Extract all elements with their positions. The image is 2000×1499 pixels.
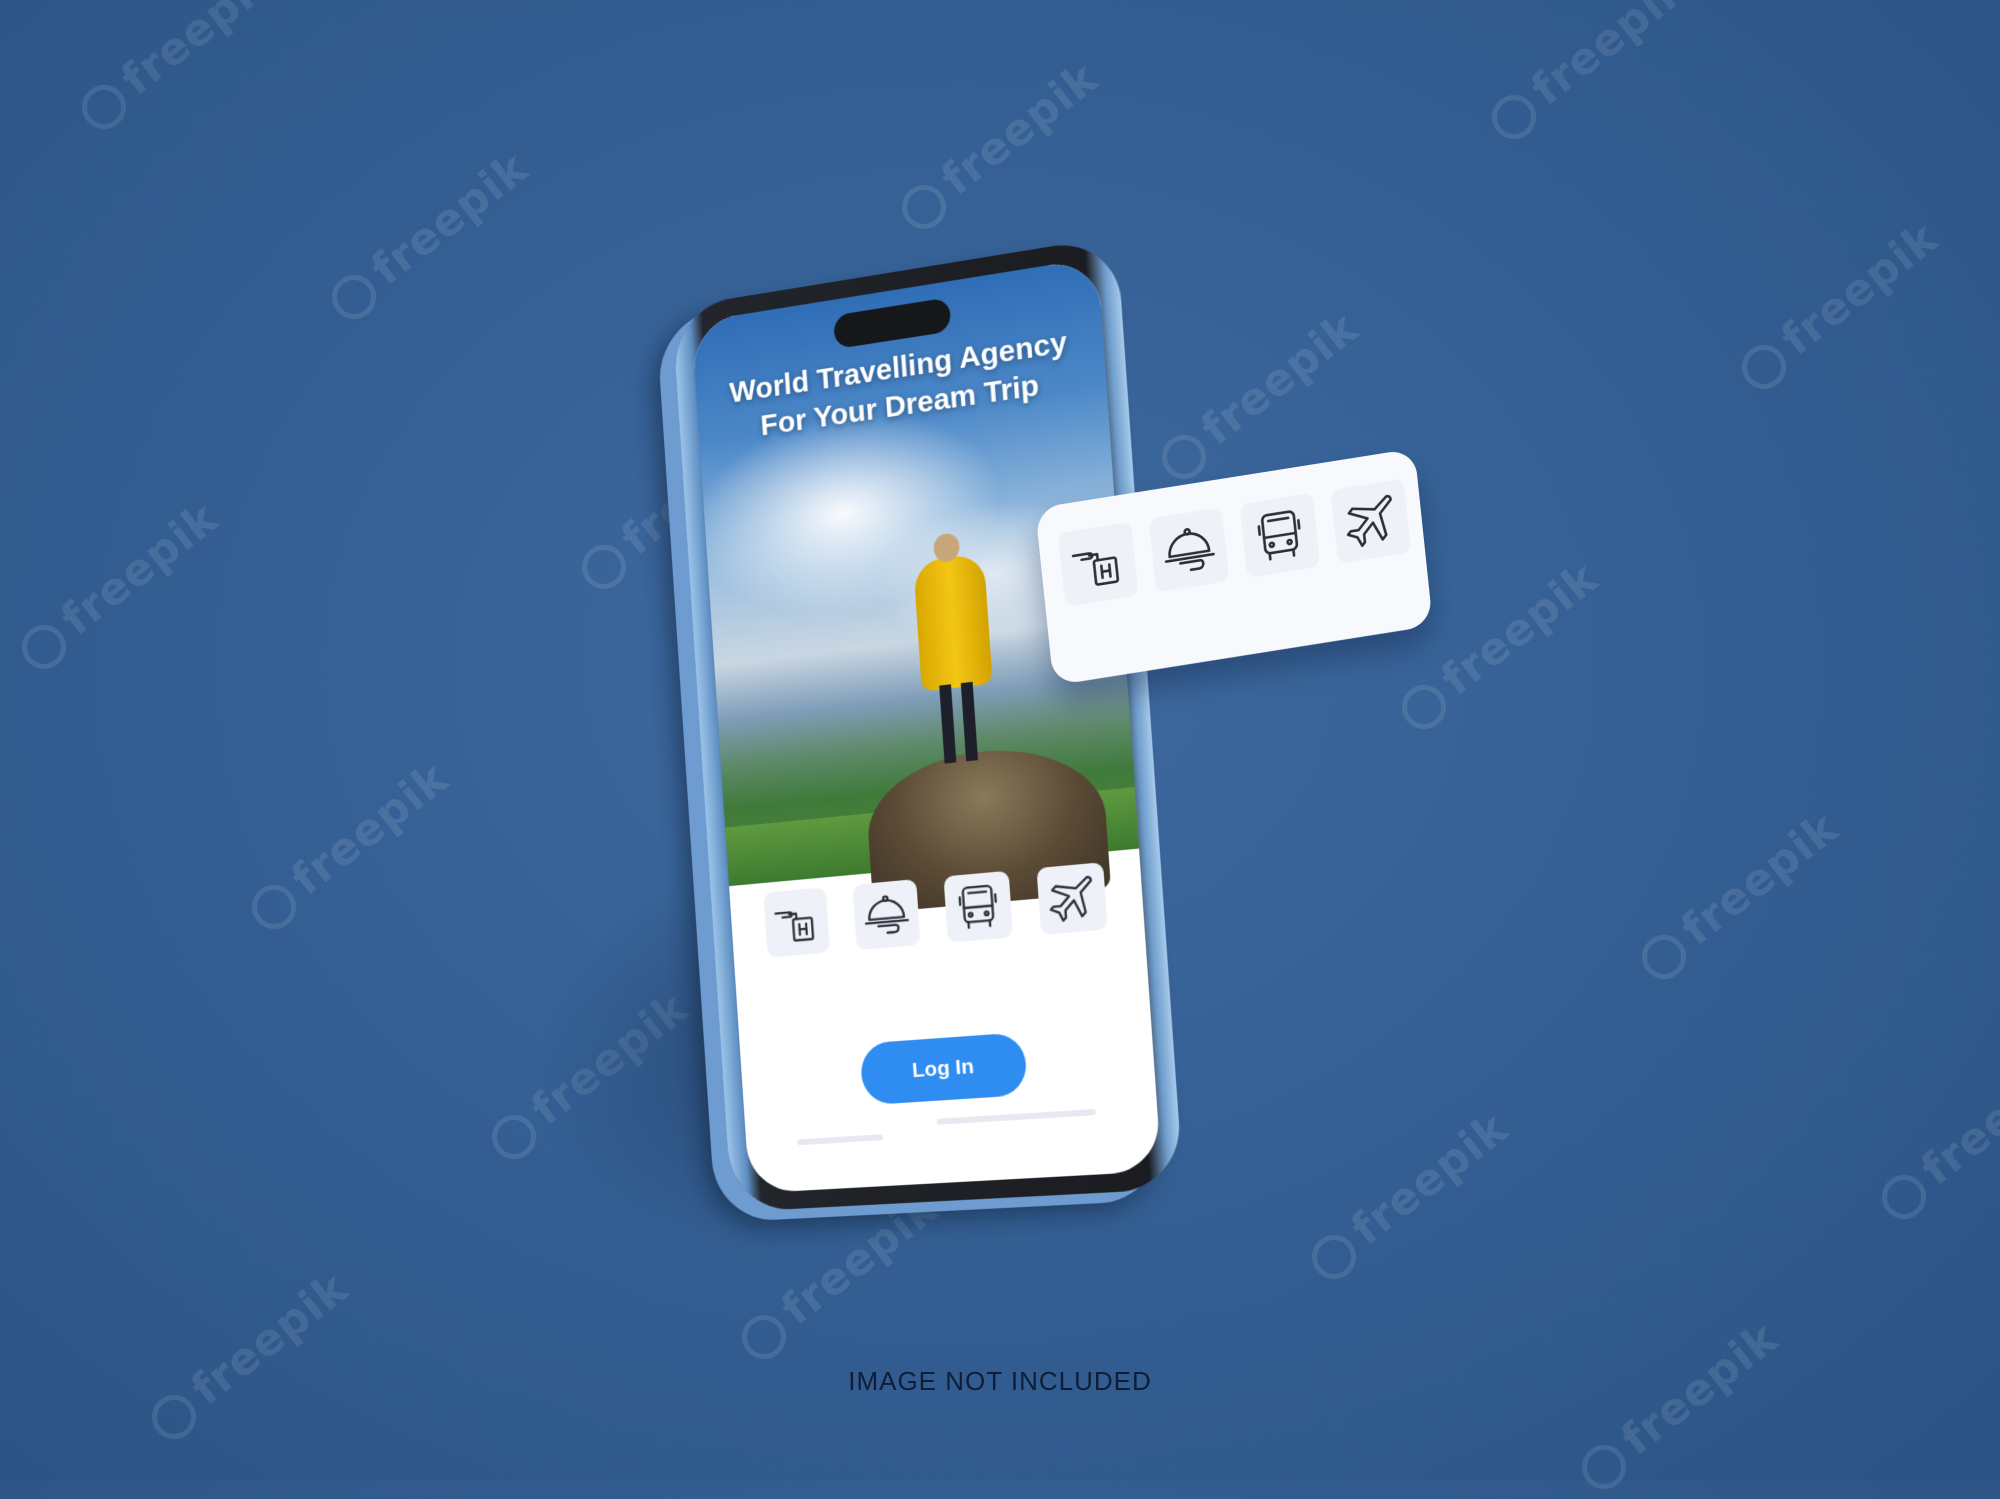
airplane-icon (1036, 862, 1108, 936)
watermark: freepik (239, 752, 458, 938)
phone-frame: World Travelling Agency For Your Dream T… (671, 235, 1184, 1213)
card-service-bus[interactable] (1237, 492, 1324, 600)
freepik-logo-icon (573, 536, 635, 598)
service-label (1194, 595, 1195, 609)
freepik-logo-icon (323, 266, 385, 328)
service-bus[interactable] (941, 870, 1018, 965)
footer-link-left[interactable] (796, 1134, 884, 1146)
watermark: freepik (1479, 0, 1698, 149)
service-label (981, 948, 982, 962)
service-label (1285, 580, 1286, 594)
freepik-logo-icon (1633, 926, 1695, 988)
card-service-hotel[interactable] (1056, 521, 1143, 629)
image-not-included-caption: IMAGE NOT INCLUDED (848, 1366, 1152, 1396)
freepik-logo-icon (733, 1306, 795, 1368)
card-service-flight[interactable] (1328, 478, 1415, 586)
freepik-logo-icon (73, 76, 135, 138)
phone-screen: World Travelling Agency For Your Dream T… (691, 257, 1162, 1194)
dynamic-island (833, 297, 952, 350)
service-label (799, 963, 800, 977)
service-flight[interactable] (1033, 862, 1112, 958)
traveller-figure (902, 528, 1006, 769)
watermark: freepik (319, 142, 538, 328)
freepik-logo-icon (13, 616, 75, 678)
freepik-logo-icon (1393, 676, 1455, 738)
freepik-logo-icon (243, 876, 305, 938)
freepik-logo-icon (1153, 426, 1215, 488)
hotel-icon (1057, 521, 1139, 607)
login-button[interactable]: Log In (859, 1032, 1029, 1106)
watermark: freepik (1869, 1042, 2000, 1228)
freepik-logo-icon (1573, 1436, 1635, 1498)
freepik-logo-icon (893, 176, 955, 238)
phone-mockup: World Travelling Agency For Your Dream T… (671, 235, 1184, 1213)
bus-icon (1239, 492, 1321, 579)
watermark: freepik (1299, 1102, 1518, 1288)
service-label (1075, 940, 1076, 954)
watermark: freepik (889, 52, 1108, 238)
bus-icon (943, 870, 1014, 943)
watermark: freepik (1729, 212, 1948, 398)
service-hotel[interactable] (761, 887, 835, 979)
hotel-icon (763, 887, 831, 958)
service-label (1103, 609, 1104, 623)
service-label (889, 956, 890, 970)
service-label (1375, 566, 1376, 580)
restaurant-cloche-icon (1148, 507, 1230, 593)
freepik-logo-icon (1873, 1166, 1935, 1228)
airplane-icon (1330, 478, 1412, 564)
freepik-logo-icon (1483, 86, 1545, 148)
watermark: freepik (1569, 1312, 1788, 1498)
freepik-logo-icon (1733, 336, 1795, 398)
freepik-logo-icon (1303, 1226, 1365, 1288)
card-service-restaurant[interactable] (1147, 507, 1234, 615)
footer-link-right[interactable] (936, 1108, 1097, 1125)
watermark: freepik (1629, 802, 1848, 988)
watermark: freepik (9, 492, 228, 678)
service-restaurant[interactable] (850, 879, 926, 973)
watermark: freepik (139, 1262, 358, 1448)
watermark: freepik (69, 0, 288, 139)
restaurant-cloche-icon (852, 879, 921, 951)
